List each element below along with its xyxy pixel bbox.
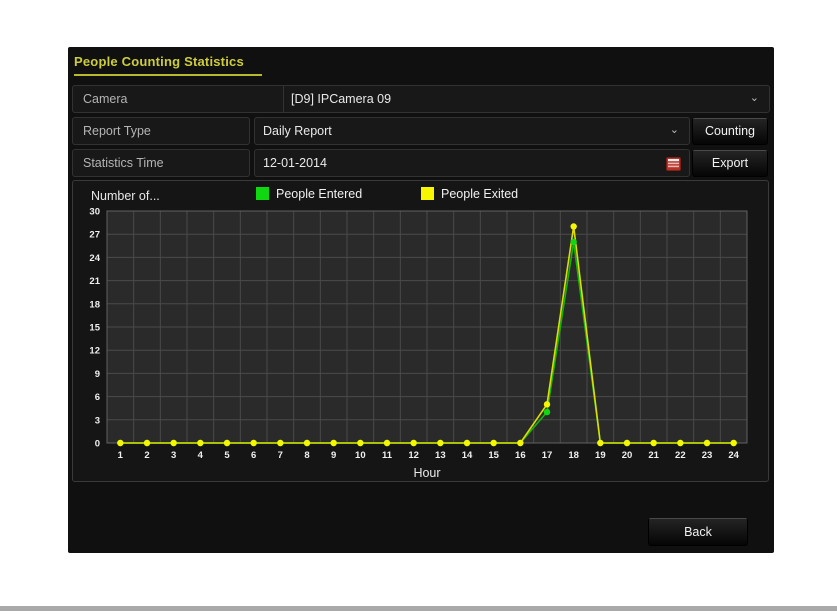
svg-text:19: 19 bbox=[595, 450, 606, 461]
svg-text:20: 20 bbox=[622, 450, 633, 461]
legend-item-people-entered: People Entered bbox=[256, 187, 362, 201]
chart-y-axis-title: Number of... bbox=[91, 189, 160, 203]
camera-row-divider bbox=[283, 86, 284, 112]
report-type-label-box: Report Type bbox=[72, 117, 250, 145]
page-title: People Counting Statistics bbox=[74, 54, 262, 76]
svg-text:4: 4 bbox=[198, 450, 204, 461]
svg-text:12: 12 bbox=[408, 450, 419, 461]
people-counting-line-chart: 0369121518212427301 2 3 4 5 6 7 8 9 10 11 12 13 14 15 1… bbox=[89, 207, 748, 480]
report-type-label: Report Type bbox=[83, 124, 151, 138]
svg-text:0: 0 bbox=[95, 439, 100, 450]
people-counting-panel: People Counting Statistics Camera [D9] I… bbox=[68, 47, 774, 553]
svg-text:27: 27 bbox=[89, 230, 100, 241]
svg-text:11: 11 bbox=[382, 450, 393, 461]
svg-text:17: 17 bbox=[542, 450, 553, 461]
svg-text:15: 15 bbox=[89, 323, 100, 334]
svg-text:9: 9 bbox=[331, 450, 336, 461]
svg-text:13: 13 bbox=[435, 450, 446, 461]
svg-text:22: 22 bbox=[675, 450, 686, 461]
svg-text:23: 23 bbox=[702, 450, 713, 461]
statistics-time-field[interactable]: 12-01-2014 bbox=[254, 149, 690, 177]
svg-text:8: 8 bbox=[304, 450, 309, 461]
svg-text:5: 5 bbox=[224, 450, 230, 461]
report-type-select[interactable]: Daily Report ⌄ bbox=[254, 117, 690, 145]
statistics-time-label: Statistics Time bbox=[83, 156, 164, 170]
svg-text:6: 6 bbox=[251, 450, 256, 461]
legend-label-exited: People Exited bbox=[441, 187, 519, 201]
svg-text:15: 15 bbox=[488, 450, 499, 461]
svg-text:1: 1 bbox=[118, 450, 124, 461]
legend-swatch-entered-icon bbox=[256, 187, 269, 200]
legend-item-people-exited: People Exited bbox=[421, 187, 518, 201]
svg-text:30: 30 bbox=[89, 207, 100, 218]
svg-text:12: 12 bbox=[89, 346, 100, 357]
svg-text:3: 3 bbox=[171, 450, 176, 461]
svg-text:24: 24 bbox=[89, 253, 100, 264]
camera-row[interactable]: Camera [D9] IPCamera 09 ⌄ bbox=[72, 85, 770, 113]
statistics-time-value: 12-01-2014 bbox=[263, 156, 327, 170]
camera-label: Camera bbox=[83, 92, 128, 106]
svg-text:3: 3 bbox=[95, 415, 100, 426]
page-bottom-divider bbox=[0, 606, 837, 611]
legend-swatch-exited-icon bbox=[421, 187, 434, 200]
export-button[interactable]: Export bbox=[692, 150, 768, 177]
svg-text:21: 21 bbox=[648, 450, 659, 461]
legend-label-entered: People Entered bbox=[276, 187, 363, 201]
chevron-down-icon[interactable]: ⌄ bbox=[750, 93, 759, 104]
chevron-down-icon[interactable]: ⌄ bbox=[670, 125, 679, 136]
svg-text:10: 10 bbox=[355, 450, 366, 461]
counting-button[interactable]: Counting bbox=[692, 118, 768, 145]
report-type-value: Daily Report bbox=[263, 124, 332, 138]
svg-text:2: 2 bbox=[144, 450, 149, 461]
calendar-icon[interactable] bbox=[666, 156, 681, 171]
svg-text:18: 18 bbox=[568, 450, 579, 461]
back-button[interactable]: Back bbox=[648, 518, 748, 546]
svg-text:7: 7 bbox=[278, 450, 283, 461]
chart-box: Number of... People Entered People Exite… bbox=[72, 180, 769, 482]
svg-text:16: 16 bbox=[515, 450, 526, 461]
screen: People Counting Statistics Camera [D9] I… bbox=[0, 0, 837, 615]
svg-text:24: 24 bbox=[728, 450, 739, 461]
camera-value: [D9] IPCamera 09 bbox=[291, 92, 392, 106]
svg-text:14: 14 bbox=[462, 450, 473, 461]
svg-text:21: 21 bbox=[89, 276, 100, 287]
svg-text:18: 18 bbox=[89, 299, 100, 310]
svg-text:6: 6 bbox=[95, 392, 100, 403]
svg-text:9: 9 bbox=[95, 369, 100, 380]
svg-text:Hour: Hour bbox=[413, 466, 440, 480]
statistics-time-label-box: Statistics Time bbox=[72, 149, 250, 177]
